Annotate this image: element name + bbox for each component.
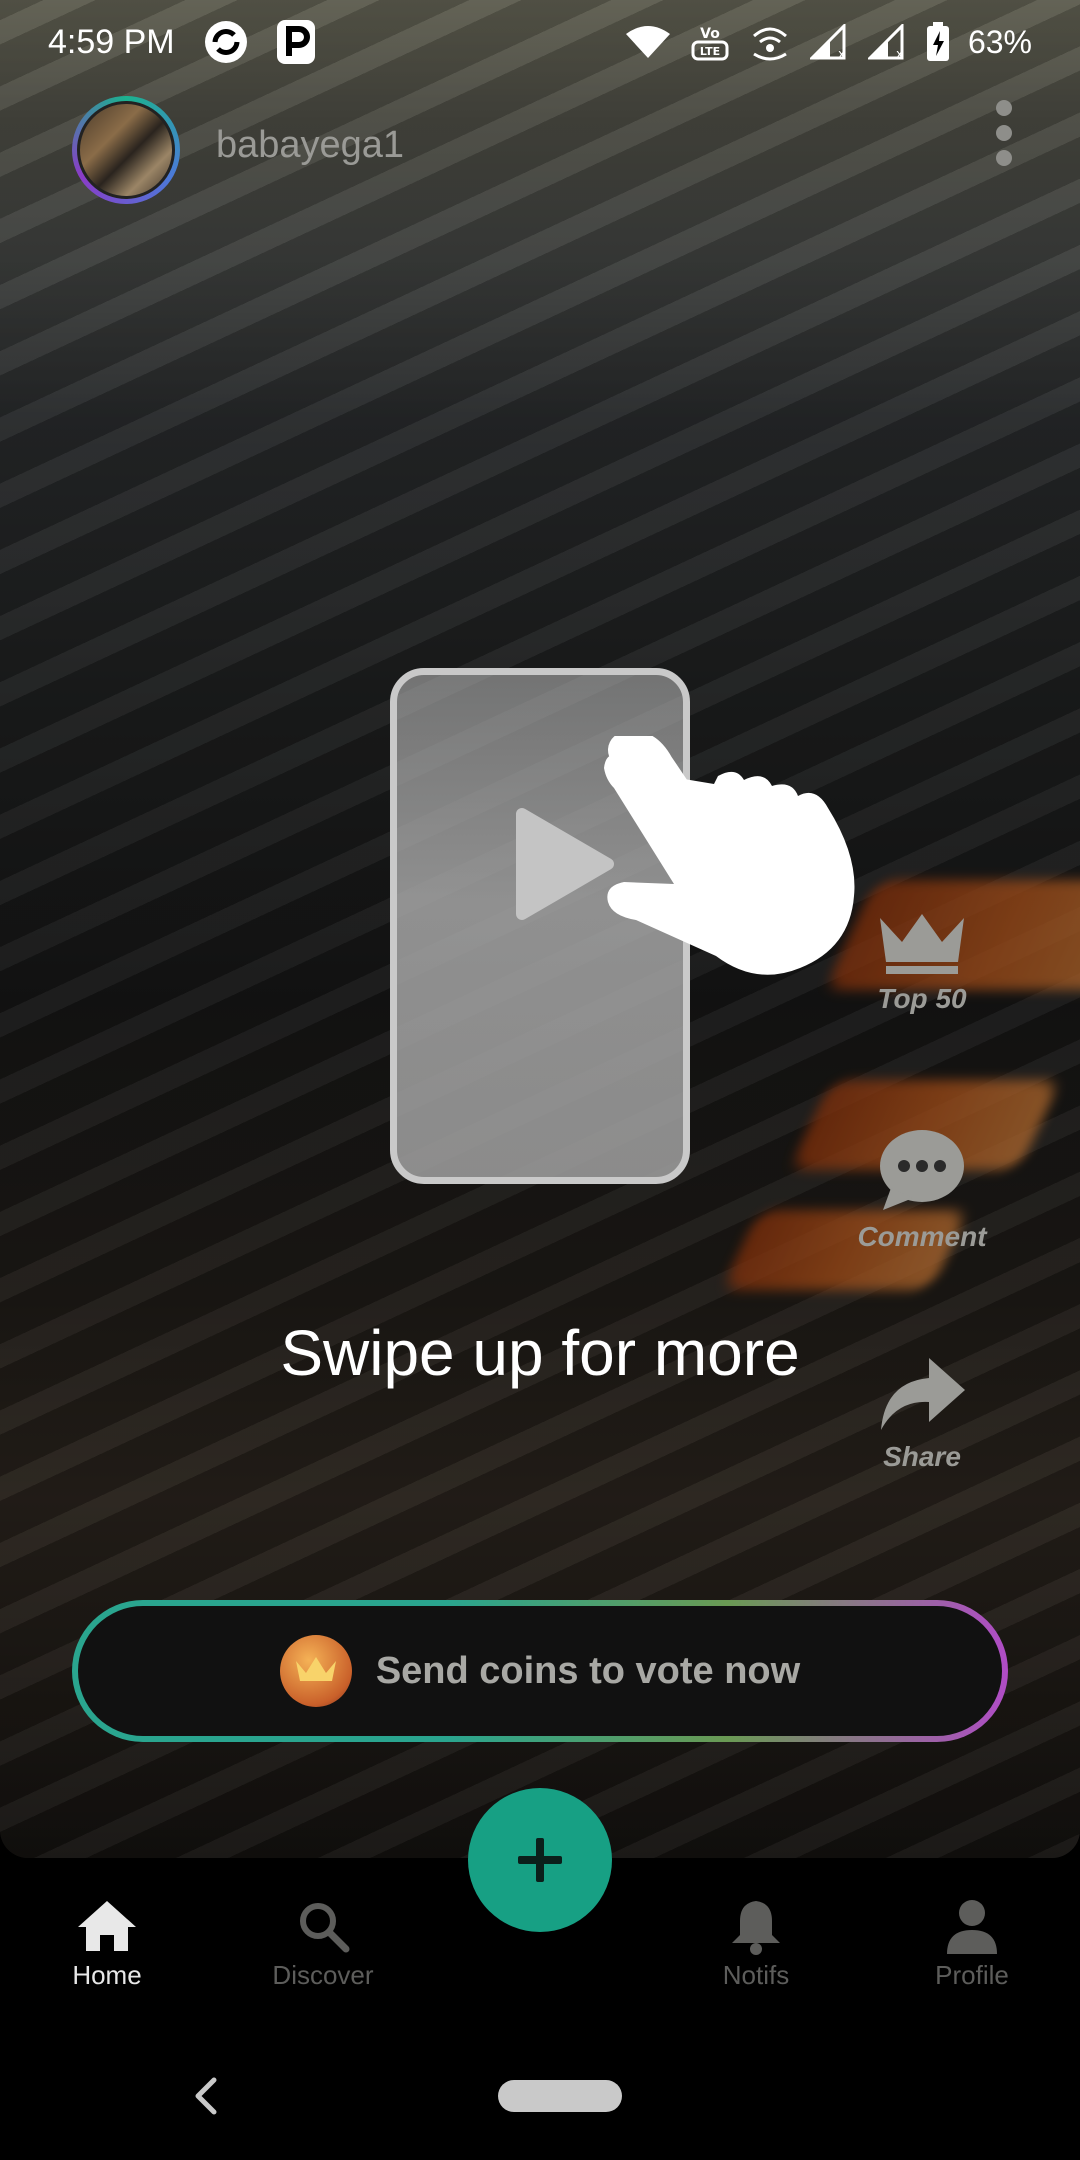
creator-avatar[interactable]: [72, 96, 180, 204]
battery-charging-icon: [926, 22, 950, 62]
share-icon: [822, 1356, 1022, 1437]
top50-button[interactable]: Top 50: [822, 908, 1022, 1015]
status-bar: 4:59 PM Vo LTE x x 63%: [0, 0, 1080, 84]
creator-username[interactable]: babayega1: [216, 124, 404, 167]
parking-app-icon: [276, 20, 315, 64]
comment-icon: [822, 1128, 1022, 1217]
send-coins-vote-button[interactable]: Send coins to vote now: [72, 1600, 1008, 1742]
coin-icon: [279, 1635, 352, 1707]
crown-icon: [822, 908, 1022, 979]
person-icon: [872, 1896, 1072, 1956]
svg-text:x: x: [896, 47, 903, 60]
nav-notifs-label: Notifs: [722, 1960, 790, 1990]
swipe-hand-icon: [596, 730, 856, 1001]
system-home-pill[interactable]: [498, 2080, 622, 2112]
share-button[interactable]: Share: [822, 1356, 1022, 1473]
hotspot-icon: [748, 22, 792, 62]
share-label: Share: [883, 1441, 961, 1472]
signal-2-icon: x: [867, 24, 908, 60]
vote-label: Send coins to vote now: [375, 1649, 801, 1692]
nav-home-label: Home: [72, 1960, 142, 1990]
nav-profile-label: Profile: [935, 1960, 1009, 1990]
bottom-navigation: Home Discover Notifs Profile: [0, 1858, 1080, 2028]
battery-percent: 63%: [967, 23, 1032, 60]
sync-app-icon: [203, 19, 249, 65]
top50-label: Top 50: [877, 983, 967, 1014]
signal-1-icon: x: [809, 24, 850, 60]
system-back-icon[interactable]: [192, 2076, 220, 2121]
wifi-icon: [624, 24, 672, 60]
status-time: 4:59 PM: [48, 22, 175, 61]
comment-button[interactable]: Comment: [822, 1128, 1022, 1253]
comment-label: Comment: [857, 1221, 987, 1252]
volte-icon: Vo LTE: [690, 22, 730, 62]
nav-profile[interactable]: Profile: [872, 1896, 1072, 1991]
search-icon: [223, 1896, 423, 1956]
nav-home[interactable]: Home: [7, 1896, 207, 1991]
nav-discover-label: Discover: [272, 1960, 374, 1990]
nav-discover[interactable]: Discover: [223, 1896, 423, 1991]
svg-text:Vo: Vo: [700, 26, 720, 42]
nav-notifs[interactable]: Notifs: [656, 1896, 856, 1991]
avatar-image: [77, 101, 175, 199]
more-options-icon[interactable]: [986, 100, 1022, 166]
svg-text:LTE: LTE: [700, 45, 720, 58]
svg-text:x: x: [838, 47, 845, 60]
home-icon: [7, 1896, 207, 1956]
bell-icon: [656, 1896, 856, 1956]
